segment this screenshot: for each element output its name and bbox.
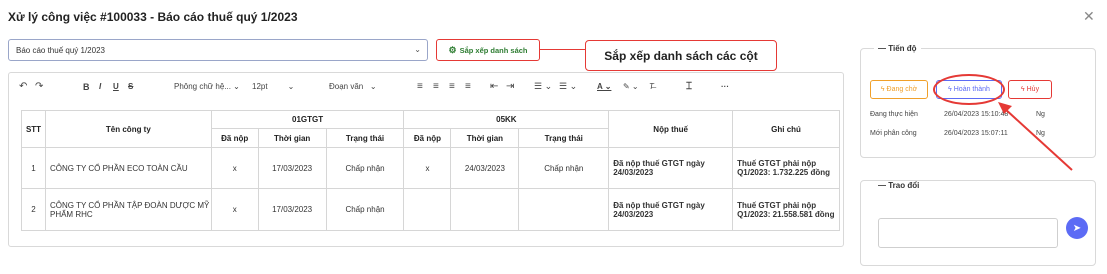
close-icon[interactable]: ✕ xyxy=(1083,8,1095,25)
page-break-icon[interactable]: ⌶ xyxy=(686,73,692,100)
bold-icon[interactable]: B xyxy=(83,73,90,100)
cell-time: 17/03/2023 xyxy=(257,188,327,231)
align-right-icon[interactable]: ≡ xyxy=(449,73,455,100)
header-status: Trạng thái xyxy=(518,128,610,148)
header-time: Thời gian xyxy=(257,128,327,148)
indent-icon[interactable]: ⇥ xyxy=(506,73,514,100)
numbered-list-icon[interactable]: ☰ ⌄ xyxy=(559,73,577,100)
message-input[interactable] xyxy=(878,218,1058,248)
cell-status xyxy=(518,188,610,231)
header-time: Thời gian xyxy=(450,128,520,148)
report-select-value: Báo cáo thuế quý 1/2023 xyxy=(16,46,105,55)
cell-note: Thuế GTGT phải nộp Q1/2023: 1.732.225 đồ… xyxy=(732,147,840,189)
cell-status: Chấp nhận xyxy=(325,188,405,231)
cell-paid: x xyxy=(210,147,259,189)
cell-stt: 2 xyxy=(21,188,46,231)
header-paid: Đã nộp xyxy=(210,128,259,148)
cell-tax: Đã nộp thuế GTGT ngày 24/03/2023 xyxy=(608,188,734,231)
cell-paid: x xyxy=(210,188,259,231)
annotation-arrow xyxy=(998,102,1073,171)
italic-icon[interactable]: I xyxy=(99,73,101,100)
cell-paid: x xyxy=(403,147,452,189)
settings-icon: ⚙ xyxy=(448,44,457,55)
text-color-icon[interactable]: A ⌄ xyxy=(597,73,611,100)
table-row: 1 CÔNG TY CỔ PHẦN ECO TOÀN CẦU x 17/03/2… xyxy=(21,147,840,189)
tax-report-table: STT Tên công ty 01GTGT 05KK Nộp thuế Ghi… xyxy=(21,110,840,231)
outdent-icon[interactable]: ⇤ xyxy=(490,73,498,100)
rich-text-editor[interactable]: ↶ ↷ B I U S Phông chữ hệ... ⌄ 12pt ⌄ Đoạ… xyxy=(8,72,844,247)
report-select[interactable]: Báo cáo thuế quý 1/2023 ⌄ xyxy=(8,39,428,61)
cell-paid xyxy=(403,188,452,231)
align-justify-icon[interactable]: ≡ xyxy=(465,73,471,100)
font-size-select[interactable]: 12pt ⌄ xyxy=(252,73,294,100)
cell-tax: Đã nộp thuế GTGT ngày 24/03/2023 xyxy=(608,147,734,189)
header-group-01gtgt: 01GTGT xyxy=(210,110,405,129)
pending-button[interactable]: ϟ Đang chờ xyxy=(870,80,928,99)
header-group-05kk: 05KK xyxy=(403,110,610,129)
callout-pointer xyxy=(540,49,586,50)
cell-time: 17/03/2023 xyxy=(257,147,327,189)
chevron-down-icon: ⌄ xyxy=(414,45,421,54)
block-format-select[interactable]: Đoạn văn ⌄ xyxy=(329,73,377,100)
cell-note: Thuế GTGT phải nộp Q1/2023: 21.558.581 đ… xyxy=(732,188,840,231)
clear-format-icon[interactable]: T̶ xyxy=(649,73,654,100)
header-status: Trạng thái xyxy=(325,128,405,148)
lightning-icon: ϟ xyxy=(880,86,885,93)
cell-status: Chấp nhận xyxy=(518,147,610,189)
sort-list-button[interactable]: ⚙ Sắp xếp danh sách xyxy=(436,39,540,61)
sort-list-label: Sắp xếp danh sách xyxy=(459,45,528,55)
table-row: 2 CÔNG TY CỔ PHẦN TẬP ĐOÀN DƯỢC MỸ PHẨM … xyxy=(21,188,840,231)
header-note: Ghi chú xyxy=(732,110,840,148)
modal-title: Xử lý công việc #100033 - Báo cáo thuế q… xyxy=(8,10,298,24)
discussion-legend: — Trao đổi xyxy=(874,181,924,190)
cell-company: CÔNG TY CỔ PHẦN TẬP ĐOÀN DƯỢC MỸ PHẨM RH… xyxy=(44,188,212,231)
annotation-callout: Sắp xếp danh sách các cột xyxy=(585,40,777,71)
strikethrough-icon[interactable]: S xyxy=(128,73,133,100)
align-left-icon[interactable]: ≡ xyxy=(417,73,423,100)
more-options-icon[interactable]: ··· xyxy=(721,73,729,100)
lightning-icon: ϟ xyxy=(1020,86,1025,93)
cell-time xyxy=(450,188,520,231)
header-paid: Đã nộp xyxy=(403,128,452,148)
underline-icon[interactable]: U xyxy=(113,73,119,100)
bullet-list-icon[interactable]: ☰ ⌄ xyxy=(534,73,552,100)
header-company: Tên công ty xyxy=(44,110,212,148)
header-stt: STT xyxy=(21,110,46,148)
header-tax: Nộp thuế xyxy=(608,110,734,148)
align-center-icon[interactable]: ≡ xyxy=(433,73,439,100)
progress-legend: — Tiến độ xyxy=(874,44,921,53)
cell-company: CÔNG TY CỔ PHẦN ECO TOÀN CẦU xyxy=(44,147,212,189)
undo-icon[interactable]: ↶ xyxy=(19,73,27,100)
send-icon[interactable]: ➤ xyxy=(1066,217,1088,239)
highlight-color-icon[interactable]: ✎ ⌄ xyxy=(623,73,639,100)
cell-time: 24/03/2023 xyxy=(450,147,520,189)
font-family-select[interactable]: Phông chữ hệ... ⌄ xyxy=(174,73,240,100)
redo-icon[interactable]: ↷ xyxy=(35,73,43,100)
cell-status: Chấp nhận xyxy=(325,147,405,189)
cell-stt: 1 xyxy=(21,147,46,189)
